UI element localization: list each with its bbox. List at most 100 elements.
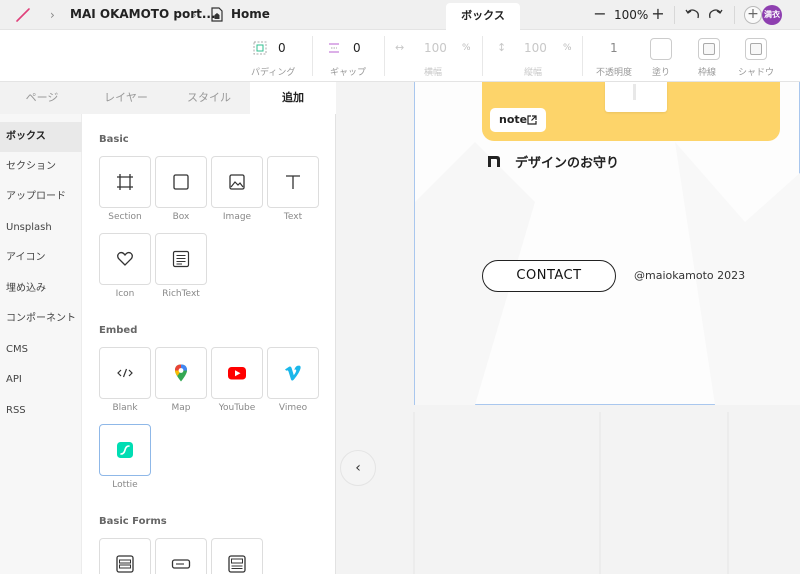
note-card-image (605, 82, 667, 112)
property-toolbar: 0 パディング 0 ギャップ ↔ 100 % 横幅 ↕ 100 % 縦幅 1 不… (0, 30, 800, 82)
tile-label: Icon (115, 289, 135, 299)
height-unit[interactable]: % (563, 43, 572, 53)
category-cms[interactable]: CMS (0, 335, 82, 365)
tile-label: Vimeo (278, 403, 308, 413)
note-title[interactable]: デザインのお守り (515, 152, 619, 171)
border-control[interactable]: 枠線 (692, 30, 726, 82)
breadcrumb-page[interactable]: Home (231, 7, 270, 21)
category-box[interactable]: ボックス (0, 122, 82, 152)
gap-label: ギャップ (330, 68, 367, 78)
add-collaborator-button[interactable]: + (744, 6, 762, 24)
category-embed[interactable]: 埋め込み (0, 274, 82, 304)
tile-label: Text (283, 212, 303, 222)
opacity-value[interactable]: 1 (610, 41, 618, 55)
zoom-out-button[interactable]: − (592, 6, 608, 22)
studio-logo-icon[interactable] (14, 6, 32, 24)
note-badge-label: note (499, 113, 528, 126)
contact-button[interactable]: CONTACT (482, 260, 616, 292)
add-image-tile[interactable] (211, 156, 263, 208)
category-section[interactable]: セクション (0, 152, 82, 182)
zoom-in-button[interactable]: + (650, 6, 666, 22)
add-icon-tile[interactable] (99, 233, 151, 285)
gap-control[interactable]: 0 ギャップ (314, 30, 384, 82)
external-link-icon (527, 115, 537, 125)
height-arrows-icon: ↕ (497, 41, 507, 54)
add-box-tile[interactable] (155, 156, 207, 208)
border-swatch[interactable] (698, 38, 720, 60)
chevron-right-icon: › (192, 8, 197, 22)
add-vimeo-tile[interactable] (267, 347, 319, 399)
height-control[interactable]: ↕ 100 % 縦幅 (484, 30, 580, 82)
tab-pages[interactable]: ページ (0, 82, 84, 114)
add-input-tile[interactable] (155, 538, 207, 574)
textarea-icon (228, 555, 246, 573)
height-label: 縦幅 (524, 68, 543, 78)
tile-label: Map (171, 403, 191, 413)
input-field-icon (171, 559, 191, 569)
shadow-swatch[interactable] (745, 38, 767, 60)
category-rss[interactable]: RSS (0, 396, 82, 426)
fill-control[interactable]: 塗り (645, 30, 677, 82)
add-blank-embed-tile[interactable] (99, 347, 151, 399)
category-upload[interactable]: アップロード (0, 182, 82, 212)
left-panel: ページ レイヤー スタイル 追加 ボックス セクション アップロード Unspl… (0, 82, 336, 574)
add-youtube-tile[interactable] (211, 347, 263, 399)
google-maps-icon (175, 364, 187, 382)
tile-label: Blank (112, 403, 138, 413)
add-map-tile[interactable] (155, 347, 207, 399)
width-control[interactable]: ↔ 100 % 横幅 (386, 30, 482, 82)
note-logo-icon (488, 156, 500, 167)
tab-styles[interactable]: スタイル (168, 82, 250, 114)
chevron-left-icon: ‹ (355, 460, 361, 476)
image-icon (229, 174, 245, 190)
note-link-badge[interactable]: note (490, 108, 546, 132)
avatar[interactable]: 満衣 (762, 5, 782, 25)
add-section-tile[interactable] (99, 156, 151, 208)
add-text-tile[interactable] (267, 156, 319, 208)
add-lottie-tile[interactable] (99, 424, 151, 476)
padding-control[interactable]: 0 パディング (236, 30, 310, 82)
zoom-level[interactable]: 100% (614, 8, 648, 22)
youtube-icon (228, 367, 246, 380)
top-bar: › MAI OKAMOTO port... › Home ボックス − 100%… (0, 0, 800, 30)
tab-layers[interactable]: レイヤー (84, 82, 168, 114)
tab-add[interactable]: 追加 (250, 82, 336, 114)
category-unsplash[interactable]: Unsplash (0, 213, 82, 243)
text-icon (286, 175, 300, 189)
width-value[interactable]: 100 (424, 41, 447, 55)
lottie-icon (117, 442, 133, 458)
richtext-icon (172, 250, 190, 268)
divider (582, 36, 583, 76)
divider (482, 36, 483, 76)
divider (734, 6, 735, 24)
add-form-tile[interactable] (99, 538, 151, 574)
gap-value[interactable]: 0 (353, 41, 361, 55)
opacity-label: 不透明度 (596, 68, 633, 78)
divider (312, 36, 313, 76)
height-value[interactable]: 100 (524, 41, 547, 55)
collapse-panel-button[interactable]: ‹ (340, 450, 376, 486)
opacity-control[interactable]: 1 不透明度 (590, 30, 640, 82)
add-textarea-tile[interactable] (211, 538, 263, 574)
padding-label: パディング (251, 68, 296, 78)
fill-swatch[interactable] (650, 38, 672, 60)
category-icon[interactable]: アイコン (0, 243, 82, 273)
fill-label: 塗り (652, 68, 671, 78)
form-icon (116, 555, 134, 573)
copyright-text[interactable]: @maiokamoto 2023 (634, 269, 745, 282)
chevron-right-icon: › (50, 8, 55, 22)
category-api[interactable]: API (0, 365, 82, 395)
add-richtext-tile[interactable] (155, 233, 207, 285)
tab-selected-element[interactable]: ボックス (446, 3, 520, 30)
tile-label: Lottie (112, 480, 138, 490)
gap-icon (329, 43, 339, 53)
width-unit[interactable]: % (462, 43, 471, 53)
tile-label: Box (172, 212, 190, 222)
redo-icon[interactable] (708, 7, 724, 21)
tile-label: RichText (162, 289, 200, 299)
padding-value[interactable]: 0 (278, 41, 286, 55)
undo-icon[interactable] (684, 7, 700, 21)
panel-tabs: ページ レイヤー スタイル 追加 (0, 82, 336, 114)
category-component[interactable]: コンポーネント (0, 304, 82, 334)
shadow-control[interactable]: シャドウ (738, 30, 778, 82)
